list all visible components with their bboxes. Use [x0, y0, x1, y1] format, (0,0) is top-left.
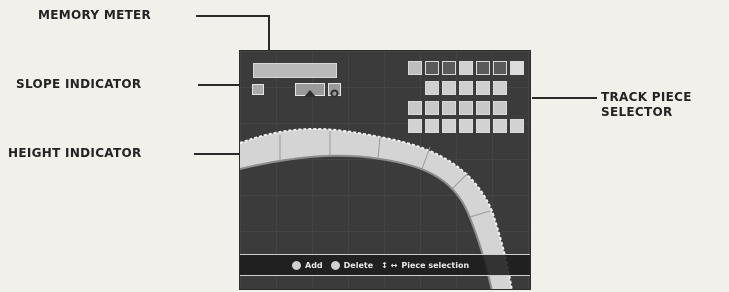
track-piece-selector-leader-line: [532, 97, 597, 99]
track-piece-tile-icon[interactable]: [493, 119, 507, 133]
controller-button-icon: [330, 260, 340, 270]
memory-meter-callout: MEMORY METER: [38, 8, 152, 22]
track-piece-tile-icon[interactable]: [408, 101, 422, 115]
track-piece-tile-icon[interactable]: [442, 61, 456, 75]
track-piece-tile-icon[interactable]: [459, 81, 473, 95]
height-indicator-callout: HEIGHT INDICATOR: [8, 146, 142, 160]
track-piece-selector-callout: TRACK PIECE SELECTOR: [601, 90, 692, 120]
track-piece-tile-icon[interactable]: [425, 61, 439, 75]
track-piece-tile-icon[interactable]: [493, 81, 507, 95]
track-piece-tile-icon[interactable]: [476, 61, 490, 75]
track-piece-tile-icon[interactable]: [493, 101, 507, 115]
track-piece-tile-icon[interactable]: [510, 119, 524, 133]
track-piece-tile-icon[interactable]: [493, 61, 507, 75]
memory-meter: [253, 63, 337, 78]
gear-icon: [330, 89, 339, 98]
track-piece-tile-icon[interactable]: [476, 119, 490, 133]
memory-meter-leader-line: [196, 15, 269, 17]
height-indicator: [295, 83, 325, 97]
height-arrow-icon: [304, 90, 316, 97]
track-piece-selector: [408, 61, 526, 153]
slope-indicator-callout: SLOPE INDICATOR: [16, 77, 142, 91]
track-piece-tile-icon[interactable]: [408, 61, 422, 75]
controls-hint-bar: Add Delete ↕ ↔ Piece selection: [240, 254, 530, 276]
add-hint-label: Add: [305, 260, 323, 270]
track-piece-selector-callout-line1: TRACK PIECE: [601, 90, 692, 104]
slope-indicator: [252, 84, 264, 95]
track-piece-tile-icon[interactable]: [442, 119, 456, 133]
track-piece-selector-callout-line2: SELECTOR: [601, 105, 673, 119]
track-piece-tile-icon[interactable]: [459, 119, 473, 133]
track-piece-tile-icon[interactable]: [476, 101, 490, 115]
track-piece-tile-icon[interactable]: [442, 101, 456, 115]
track-editor-screen: Add Delete ↕ ↔ Piece selection: [239, 50, 531, 290]
track-piece-tile-icon[interactable]: [459, 101, 473, 115]
track-piece-tile-icon[interactable]: [425, 81, 439, 95]
controller-button-icon: [292, 260, 301, 270]
delete-hint-label: Delete: [343, 260, 374, 270]
track-piece-tile-icon[interactable]: [442, 81, 456, 95]
track-piece-tile-icon[interactable]: [425, 119, 439, 133]
track-piece-tile-icon[interactable]: [476, 81, 490, 95]
track-piece-tile-icon[interactable]: [459, 61, 473, 75]
track-piece-tile-icon[interactable]: [425, 101, 439, 115]
piece-selection-hint-label: Piece selection: [401, 260, 470, 270]
track-piece-tile-icon[interactable]: [408, 119, 422, 133]
dpad-arrows-icon: ↕ ↔: [381, 260, 398, 270]
height-settings-icon[interactable]: [328, 83, 341, 98]
track-piece-tile-icon[interactable]: [510, 61, 524, 75]
